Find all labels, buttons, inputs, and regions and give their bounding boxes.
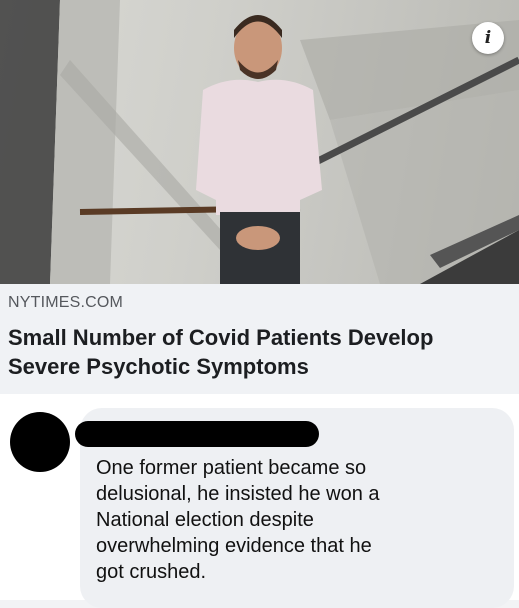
- redacted-commenter-name: [75, 421, 319, 447]
- comment-text: One former patient became so delusional,…: [96, 457, 380, 583]
- link-headline[interactable]: Small Number of Covid Patients Develop S…: [8, 323, 508, 381]
- comment-section: One former patient became so delusional,…: [0, 394, 519, 608]
- article-photo[interactable]: i: [0, 0, 519, 284]
- avatar[interactable]: [10, 412, 70, 472]
- link-source: NYTIMES.COM: [8, 294, 124, 311]
- link-preview[interactable]: NYTIMES.COM Small Number of Covid Patien…: [0, 284, 519, 394]
- photo-illustration: [0, 0, 519, 284]
- info-icon[interactable]: i: [472, 22, 504, 54]
